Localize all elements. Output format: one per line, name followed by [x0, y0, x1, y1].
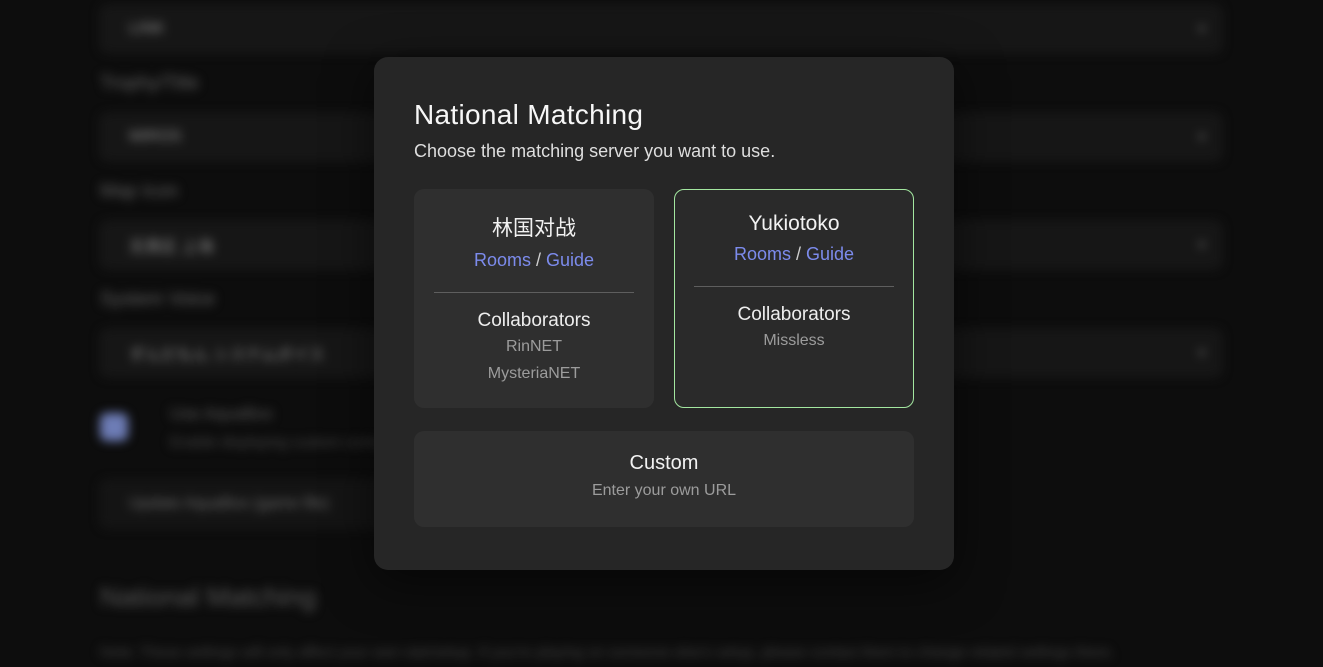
system-voice-label: System Voice — [100, 289, 215, 311]
server-card-linguo[interactable]: 林国对战 Rooms / Guide Collaborators RinNET … — [414, 189, 654, 408]
map-icon-label: Map Icon — [100, 181, 178, 203]
background-select-1[interactable]: LINK ▾ — [100, 5, 1222, 53]
collaborators-label: Collaborators — [415, 310, 653, 332]
rooms-link[interactable]: Rooms — [734, 244, 791, 264]
server-links: Rooms / Guide — [675, 244, 913, 265]
national-matching-modal: National Matching Choose the matching se… — [374, 57, 954, 570]
aquabox-checkbox-description: Enable displaying custom content — [170, 434, 393, 451]
server-links: Rooms / Guide — [415, 250, 653, 271]
server-card-yukiotoko[interactable]: Yukiotoko Rooms / Guide Collaborators Mi… — [674, 189, 914, 408]
chevron-down-icon: ▾ — [1198, 345, 1205, 361]
aquabox-checkbox-label: Use AquaBox — [170, 404, 273, 424]
collaborator-name: MysteriaNET — [415, 362, 653, 386]
server-options-row: 林国对战 Rooms / Guide Collaborators RinNET … — [414, 189, 914, 408]
trophy-title-label: Trophy/Title — [100, 73, 199, 95]
background-select-2-value: MIROS — [129, 128, 181, 146]
national-matching-section-heading: National Matching — [100, 582, 316, 613]
aquabox-checkbox[interactable] — [100, 413, 128, 441]
server-name: 林国对战 — [415, 212, 653, 242]
collaborator-name: RinNET — [415, 335, 653, 359]
server-name: Yukiotoko — [675, 212, 913, 236]
card-divider — [694, 286, 894, 287]
card-divider — [434, 292, 634, 293]
collaborator-name: Missless — [675, 329, 913, 353]
guide-link[interactable]: Guide — [546, 250, 594, 270]
link-separator: / — [791, 244, 806, 264]
background-select-3-value: 无畏区 上海 — [129, 233, 213, 257]
modal-title: National Matching — [414, 99, 914, 131]
guide-link[interactable]: Guide — [806, 244, 854, 264]
chevron-down-icon: ▾ — [1198, 129, 1205, 145]
modal-subtitle: Choose the matching server you want to u… — [414, 141, 914, 162]
custom-server-card[interactable]: Custom Enter your own URL — [414, 431, 914, 527]
background-select-1-value: LINK — [129, 20, 165, 38]
chevron-down-icon: ▾ — [1198, 21, 1205, 37]
collaborators-label: Collaborators — [675, 304, 913, 326]
rooms-link[interactable]: Rooms — [474, 250, 531, 270]
chevron-down-icon: ▾ — [1198, 237, 1205, 253]
custom-card-subtitle: Enter your own URL — [414, 482, 914, 500]
national-matching-note: Note: These settings will only affect yo… — [100, 644, 1222, 661]
custom-card-title: Custom — [414, 452, 914, 475]
background-select-4-value: ずんだもん システムボイス — [129, 341, 325, 365]
link-separator: / — [531, 250, 546, 270]
